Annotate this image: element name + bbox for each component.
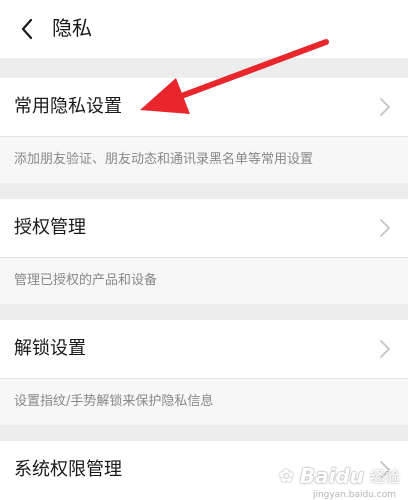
settings-item-label: 常用隐私设置 — [14, 96, 122, 117]
settings-item-description: 添加朋友验证、朋友动态和通讯录黑名单等常用设置 — [14, 152, 314, 167]
top-bar: 隐私 — [0, 0, 408, 58]
watermark-brand-sub: 经验 — [369, 467, 400, 486]
settings-item-description-box: 设置指纹/手势解锁来保护隐私信息 — [0, 379, 408, 425]
chevron-right-icon — [380, 340, 390, 358]
watermark-brand: Baidu — [299, 464, 364, 488]
settings-item-common-privacy[interactable]: 常用隐私设置 — [0, 78, 408, 136]
settings-item-authorization[interactable]: 授权管理 — [0, 199, 408, 257]
paw-icon: ✿ — [278, 465, 294, 487]
settings-item-description: 设置指纹/手势解锁来保护隐私信息 — [14, 394, 214, 409]
chevron-left-icon — [21, 18, 33, 40]
settings-item-label: 授权管理 — [14, 217, 86, 238]
baidu-watermark: ✿ Baidu 经验 jingyan.baidu.com — [278, 464, 400, 500]
settings-item-description-box: 管理已授权的产品和设备 — [0, 258, 408, 304]
chevron-right-icon — [380, 98, 390, 116]
chevron-right-icon — [380, 219, 390, 237]
page-title: 隐私 — [52, 16, 92, 40]
settings-item-description: 管理已授权的产品和设备 — [14, 273, 158, 288]
settings-item-unlock[interactable]: 解锁设置 — [0, 320, 408, 378]
back-button[interactable] — [14, 15, 40, 43]
settings-item-label: 系统权限管理 — [14, 459, 122, 480]
settings-item-label: 解锁设置 — [14, 338, 86, 359]
watermark-url: jingyan.baidu.com — [312, 490, 396, 500]
settings-item-description-box: 添加朋友验证、朋友动态和通讯录黑名单等常用设置 — [0, 137, 408, 183]
